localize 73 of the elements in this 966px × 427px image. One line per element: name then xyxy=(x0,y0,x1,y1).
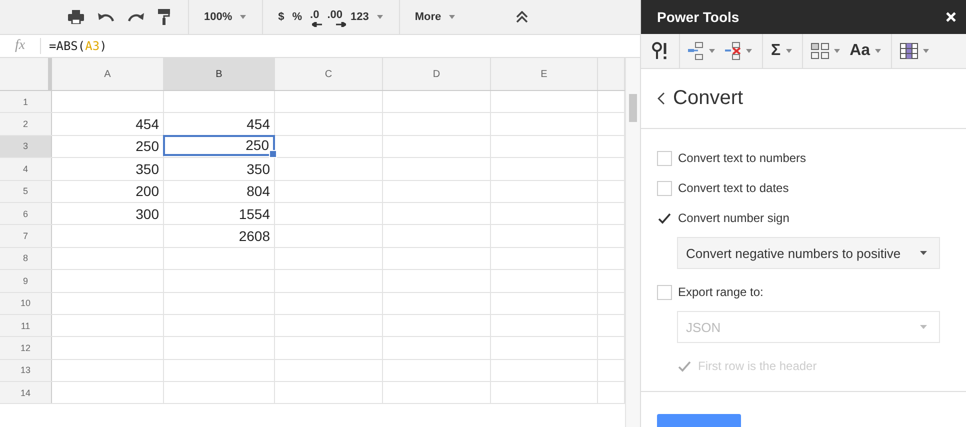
row-header[interactable]: 3 xyxy=(0,136,52,158)
select-dropdown[interactable]: Convert negative numbers to positive xyxy=(677,237,940,269)
table-cell-text: 454 xyxy=(246,115,271,134)
table-cell-text: 200 xyxy=(134,182,160,202)
row-header[interactable]: 4 xyxy=(0,158,52,180)
row-header[interactable]: 5 xyxy=(0,180,52,202)
table-cell-text: 350 xyxy=(246,160,271,179)
currency-button[interactable]: $ xyxy=(275,6,288,28)
caret-icon[interactable] xyxy=(746,49,752,53)
table-cell-text: 250 xyxy=(134,137,160,156)
row-header[interactable]: 2 xyxy=(0,113,52,135)
caret-icon[interactable] xyxy=(923,49,930,53)
sum-button[interactable]: Σ xyxy=(771,39,781,63)
row-header[interactable]: 11 xyxy=(0,314,52,336)
right-arrow-icon xyxy=(336,22,346,26)
caret-icon xyxy=(920,251,927,255)
remove-icon[interactable] xyxy=(725,42,741,60)
table-cell-text: 300 xyxy=(134,204,160,224)
merge-rows-icon[interactable] xyxy=(688,42,704,60)
caret-icon xyxy=(920,325,927,329)
format-dropdown[interactable]: 123 xyxy=(348,6,372,28)
column-header[interactable]: B xyxy=(164,58,275,90)
close-icon[interactable] xyxy=(946,12,956,22)
percent-button[interactable]: % xyxy=(289,6,306,28)
hint-icon[interactable] xyxy=(651,42,669,60)
caret-icon xyxy=(240,15,246,19)
option-label: Convert text to numbers xyxy=(678,151,806,165)
fill-handle[interactable] xyxy=(269,150,277,158)
selected-cell[interactable]: 250 xyxy=(163,134,275,156)
table-cell-text: 1554 xyxy=(238,204,271,224)
caret-icon[interactable] xyxy=(786,49,792,53)
column-header[interactable]: C xyxy=(275,58,383,90)
split-cells-icon[interactable] xyxy=(810,43,829,59)
row-header[interactable]: 12 xyxy=(0,337,52,359)
increase-decimal-button[interactable]: .00 xyxy=(324,8,346,22)
option-label: Export range to: xyxy=(678,285,764,299)
table-cell-text: 454 xyxy=(134,115,160,134)
column-header[interactable]: E xyxy=(491,58,598,90)
left-arrow-icon xyxy=(312,22,322,26)
table-cell-text: 350 xyxy=(134,160,160,179)
row-header[interactable]: 1 xyxy=(0,91,52,112)
fx-label: fx xyxy=(14,38,26,54)
caret-icon xyxy=(449,15,456,19)
column-header[interactable]: D xyxy=(383,58,491,90)
formula-input[interactable]: =ABS(A3) xyxy=(49,39,107,53)
panel-title: Power Tools xyxy=(657,9,740,25)
chevron-left-icon xyxy=(657,92,665,105)
caret-icon[interactable] xyxy=(834,49,840,53)
row-header[interactable]: 13 xyxy=(0,360,52,382)
table-cell-text: 2608 xyxy=(238,227,271,246)
option-label: Convert number sign xyxy=(678,211,790,225)
table-cell-text: 804 xyxy=(246,182,271,202)
table-icon[interactable] xyxy=(900,43,918,59)
more-menu[interactable]: More xyxy=(412,6,444,28)
row-header[interactable]: 9 xyxy=(0,270,52,292)
row-header[interactable]: 7 xyxy=(0,225,52,247)
text-case-button[interactable]: Aa xyxy=(850,39,870,63)
row-header[interactable]: 6 xyxy=(0,202,52,224)
back-link[interactable]: Convert xyxy=(641,69,966,129)
scrollbar[interactable] xyxy=(625,58,640,427)
collapse-icon[interactable] xyxy=(516,11,528,23)
decrease-decimal-button[interactable]: .0 xyxy=(307,8,322,22)
caret-icon[interactable] xyxy=(709,49,715,53)
row-header[interactable]: 8 xyxy=(0,248,52,270)
caret-icon[interactable] xyxy=(875,49,882,53)
caret-icon xyxy=(376,15,383,19)
row-header[interactable]: 14 xyxy=(0,382,52,404)
checkbox[interactable] xyxy=(657,180,672,196)
checkbox[interactable] xyxy=(657,150,672,166)
zoom-dropdown[interactable]: 100% xyxy=(201,6,236,28)
row-header[interactable]: 10 xyxy=(0,292,52,314)
checkbox[interactable] xyxy=(657,284,672,300)
option-label: Convert text to dates xyxy=(678,181,789,195)
